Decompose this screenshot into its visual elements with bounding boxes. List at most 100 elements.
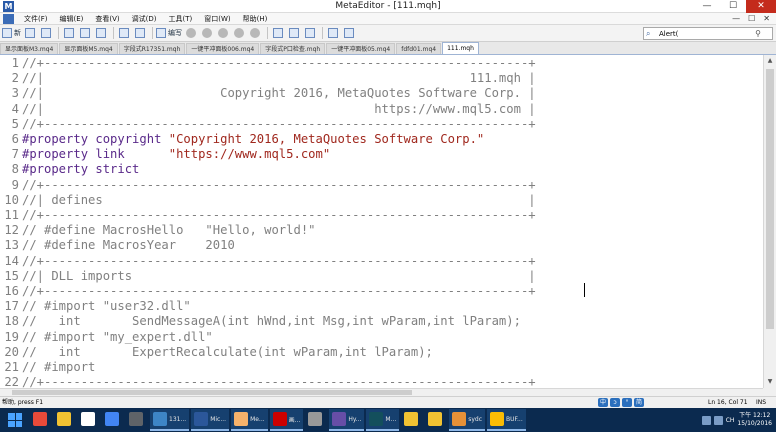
stop-debug-button[interactable] [216, 27, 230, 40]
ime-punct-icon[interactable]: ° [622, 398, 632, 407]
step-into-button[interactable] [232, 27, 246, 40]
undo-button[interactable] [117, 27, 131, 40]
code-line[interactable]: 16//+-----------------------------------… [0, 284, 535, 299]
tab-document[interactable]: fdfd01.mq4 [396, 43, 442, 54]
step-over-button[interactable] [248, 27, 262, 40]
app-icon [81, 412, 95, 426]
tab-document[interactable]: 一键平冲面板05.mq4 [326, 43, 396, 54]
watch-button[interactable] [287, 27, 301, 40]
open-button[interactable] [23, 27, 37, 40]
pause-debug-button[interactable] [200, 27, 214, 40]
terminal-button[interactable] [326, 27, 340, 40]
ime-moon-icon[interactable]: ᴐ [610, 398, 620, 407]
menu-debug[interactable]: 调试(D) [126, 14, 163, 24]
clock[interactable]: 下午 12:12 15/10/2016 [737, 412, 772, 428]
hscroll-thumb[interactable] [12, 390, 412, 395]
volume-icon[interactable] [713, 415, 723, 425]
menu-tools[interactable]: 工具(T) [163, 14, 199, 24]
code-line[interactable]: 17// #import "user32.dll" [0, 299, 190, 314]
taskbar-app-button[interactable]: 131... [150, 409, 190, 431]
taskbar-app-button[interactable] [425, 409, 447, 431]
close-button[interactable]: ✕ [746, 0, 776, 13]
code-line[interactable]: 22//+-----------------------------------… [0, 375, 535, 388]
code-text: //+-------------------------------------… [22, 177, 536, 192]
menu-help[interactable]: 帮助(H) [237, 14, 274, 24]
taskbar-app-button[interactable]: Mic... [191, 409, 230, 431]
code-line[interactable]: 9//+------------------------------------… [0, 178, 536, 193]
tab-document[interactable]: 字段式P口检查.mqh [260, 43, 326, 54]
taskbar-app-button[interactable] [401, 409, 423, 431]
child-minimize-button[interactable]: — [732, 14, 740, 23]
ime-mode-icon[interactable]: 中 [598, 398, 608, 407]
scroll-thumb[interactable] [766, 69, 774, 329]
compile-button[interactable]: 编写 [156, 27, 182, 40]
code-editor[interactable]: 1//+------------------------------------… [0, 55, 763, 388]
profile-button[interactable] [303, 27, 317, 40]
tab-document[interactable]: 字段式R17351.mqh [118, 43, 186, 54]
menu-edit[interactable]: 编辑(E) [54, 14, 90, 24]
title-bar[interactable]: M MetaEditor - [111.mqh] — ☐ ✕ [0, 0, 776, 13]
search-input[interactable] [656, 28, 752, 39]
ime-simplified-icon[interactable]: 简 [634, 398, 644, 407]
breakpoint-button[interactable] [271, 27, 285, 40]
maximize-button[interactable]: ☐ [720, 0, 746, 13]
input-language[interactable]: CH [726, 417, 735, 424]
network-icon[interactable] [701, 415, 711, 425]
code-line[interactable]: 14//+-----------------------------------… [0, 254, 535, 269]
navigator-button[interactable] [62, 27, 76, 40]
new-file-button[interactable]: 新 [2, 27, 21, 40]
taskbar-app-button[interactable] [102, 409, 124, 431]
code-line[interactable]: 13// #define MacrosYear 2010 [0, 238, 234, 253]
code-line[interactable]: 20// int ExpertRecalculate(int wParam,in… [0, 345, 433, 360]
menu-window[interactable]: 窗口(W) [198, 14, 236, 24]
code-line[interactable]: 4//| https://www.mql5.com | [0, 102, 536, 117]
code-line[interactable]: 10//| defines | [0, 193, 535, 208]
code-line[interactable]: 8 #property strict [0, 162, 140, 177]
menu-file[interactable]: 文件(F) [18, 14, 54, 24]
taskbar-app-button[interactable] [78, 409, 100, 431]
code-line[interactable]: 15//| DLL imports | [0, 269, 535, 284]
code-line[interactable]: 2//| 111.mqh | [0, 71, 536, 86]
back-button[interactable] [94, 27, 108, 40]
taskbar-app-button[interactable] [30, 409, 52, 431]
scroll-down-icon[interactable]: ▼ [764, 376, 776, 388]
taskbar-app-button[interactable] [54, 409, 76, 431]
redo-button[interactable] [133, 27, 147, 40]
taskbar-app-button[interactable]: 画... [269, 409, 304, 431]
tab-active-document[interactable]: 111.mqh [442, 42, 479, 54]
tab-document[interactable]: 一键平冲面板006.mq4 [186, 43, 260, 54]
taskbar-app-button[interactable] [126, 409, 148, 431]
menu-view[interactable]: 查看(V) [89, 14, 125, 24]
taskbar-app-button[interactable]: Hy... [329, 409, 365, 431]
code-line[interactable]: 7 #property link "https://www.mql5.com" [0, 147, 331, 162]
code-line[interactable]: 6 #property copyright "Copyright 2016, Me… [0, 132, 485, 147]
code-line[interactable]: 12// #define MacrosHello "Hello, world!" [0, 223, 315, 238]
start-debug-button[interactable] [184, 27, 198, 40]
minimize-button[interactable]: — [694, 0, 720, 13]
search-button[interactable]: ⚲ [752, 29, 764, 38]
horizontal-scrollbar[interactable] [0, 388, 763, 396]
tester-button[interactable] [342, 27, 356, 40]
code-line[interactable]: 5//+------------------------------------… [0, 117, 536, 132]
vertical-scrollbar[interactable]: ▲ ▼ [763, 55, 776, 388]
start-button[interactable] [0, 408, 30, 432]
code-line[interactable]: 21// #import [0, 360, 95, 375]
app-icon [57, 412, 71, 426]
code-line[interactable]: 11//+-----------------------------------… [0, 208, 535, 223]
code-line[interactable]: 3//| Copyright 2016, MetaQuotes Software… [0, 86, 536, 101]
code-line[interactable]: 18// int SendMessageA(int hWnd,int Msg,i… [0, 314, 521, 329]
child-close-button[interactable]: ✕ [763, 14, 770, 23]
tab-document[interactable]: 显示面板M3.mq4 [0, 43, 59, 54]
taskbar-app-button[interactable] [305, 409, 327, 431]
taskbar-app-button[interactable]: Me... [231, 409, 268, 431]
child-restore-button[interactable]: ☐ [748, 14, 755, 23]
code-line[interactable]: 19// #import "my_expert.dll" [0, 330, 212, 345]
toolbox-button[interactable] [78, 27, 92, 40]
save-button[interactable] [39, 27, 53, 40]
tab-document[interactable]: 显示面板M5.mq4 [59, 43, 118, 54]
scroll-up-icon[interactable]: ▲ [764, 55, 776, 67]
taskbar-app-button[interactable]: sydc [449, 409, 486, 431]
code-line[interactable]: 1//+------------------------------------… [0, 56, 536, 71]
taskbar-app-button[interactable]: BUF... [487, 409, 526, 431]
taskbar-app-button[interactable]: M... [366, 409, 400, 431]
